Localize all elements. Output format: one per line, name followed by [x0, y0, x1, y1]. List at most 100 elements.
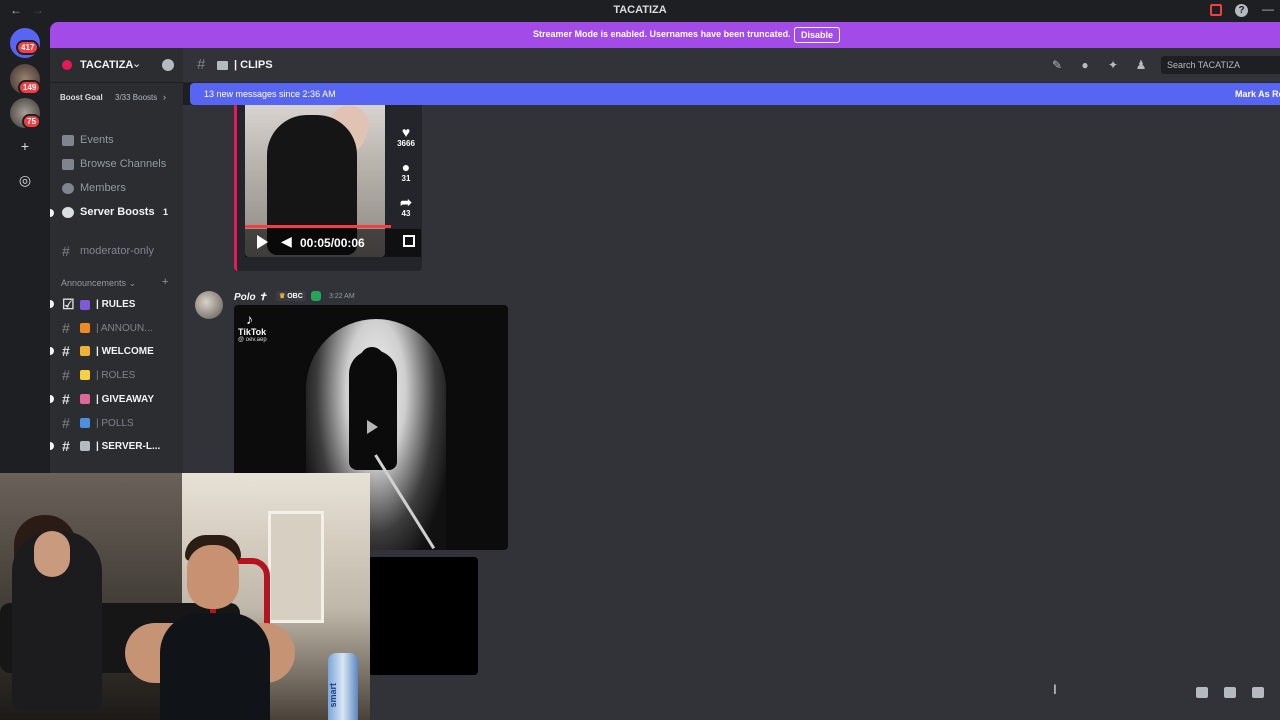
comments-stat: ● 31	[394, 160, 418, 183]
webcam-person-1	[34, 531, 70, 577]
webcam-overlay: smart	[0, 473, 370, 720]
message-author[interactable]: Polo ✝	[234, 292, 267, 303]
guild-tag[interactable]: ♛ OBC	[276, 291, 306, 301]
link-icon	[80, 441, 90, 451]
rules-channel-icon: ☑	[62, 296, 75, 312]
add-member-icon[interactable]	[162, 59, 174, 71]
nav-server-boosts[interactable]: Server Boosts	[62, 206, 155, 218]
window-title: TACATIZA	[613, 4, 667, 16]
video-progress-bar[interactable]	[245, 225, 392, 228]
channel-welcome[interactable]: # | WELCOME	[62, 343, 180, 359]
webcam-person-2	[160, 613, 270, 720]
shares-stat: ➦ 43	[394, 195, 418, 218]
emoji-icon	[80, 394, 90, 404]
category-announcements[interactable]: Announcements ⌄	[61, 278, 136, 289]
nav-members[interactable]: Members	[62, 182, 126, 194]
comment-icon: ●	[401, 159, 411, 175]
video-time: 00:05/00:06	[300, 236, 365, 250]
channel-rules[interactable]: ☑ | RULES	[62, 296, 180, 313]
minimize-button[interactable]: —	[1262, 2, 1274, 16]
channel-announcements[interactable]: # | ANNOUN...	[62, 320, 180, 336]
members-list-icon[interactable]: ♟	[1135, 59, 1147, 71]
guild-icon	[62, 60, 72, 70]
emoji-icon	[80, 346, 90, 356]
guild-header[interactable]: TACATIZA ⌄	[50, 48, 183, 83]
hash-icon: #	[62, 415, 70, 431]
comments-count: 31	[401, 174, 411, 183]
mark-as-read-button[interactable]: Mark As Read	[1235, 89, 1280, 99]
pin-icon[interactable]: ✦	[1107, 59, 1119, 71]
channel-roles[interactable]: # | ROLES	[62, 367, 180, 383]
dm-unread-badge: 417	[16, 40, 40, 55]
hash-icon: #	[62, 367, 70, 383]
message-timestamp: 3:22 AM	[329, 293, 355, 300]
channel-label: | GIVEAWAY	[96, 393, 155, 405]
channel-server-links[interactable]: # | SERVER-L...	[62, 438, 180, 454]
channel-polls[interactable]: # | POLLS	[62, 415, 180, 431]
hash-icon: #	[62, 343, 70, 359]
add-server-icon[interactable]: +	[17, 138, 33, 154]
channel-label: | POLLS	[96, 417, 134, 429]
guild-name: TACATIZA	[80, 59, 134, 71]
boost-progress: 3/33 Boosts	[115, 93, 158, 102]
webcam-person-2	[187, 545, 239, 609]
emoji-icon	[80, 370, 90, 380]
nav-label: Server Boosts	[80, 206, 155, 218]
calendar-icon	[62, 134, 74, 146]
volume-icon[interactable]: ◀	[281, 233, 292, 250]
category-label: Announcements	[61, 278, 127, 288]
video-embed[interactable]	[368, 557, 478, 675]
hash-icon: #	[62, 320, 70, 336]
nav-label: Events	[80, 134, 114, 146]
video-embed[interactable]: ♥ 3666 ● 31 ➦ 43 ◀ 00:05/00:06	[234, 105, 422, 271]
nav-events[interactable]: Events	[62, 134, 114, 146]
channel-title: | CLIPS	[234, 59, 273, 71]
play-icon[interactable]	[257, 235, 268, 249]
new-messages-label: 13 new messages since 2:36 AM	[204, 89, 336, 99]
play-icon[interactable]	[367, 420, 378, 434]
threads-icon[interactable]: ✎	[1051, 59, 1063, 71]
fullscreen-icon[interactable]	[403, 235, 415, 247]
help-icon[interactable]: ?	[1235, 4, 1248, 17]
gift-icon[interactable]	[1196, 687, 1208, 698]
channel-giveaway[interactable]: # | GIVEAWAY	[62, 391, 180, 407]
boost-goal-label[interactable]: Boost Goal	[60, 93, 103, 102]
chevron-right-icon: ›	[163, 92, 166, 102]
channel-moderator-only[interactable]: # moderator-only	[62, 243, 180, 259]
channel-label: | WELCOME	[96, 345, 154, 357]
avatar[interactable]	[195, 291, 223, 319]
nav-browse-channels[interactable]: Browse Channels	[62, 158, 166, 170]
channel-label: | SERVER-L...	[96, 440, 161, 452]
emoji-icon	[80, 323, 90, 333]
chevron-down-icon: ⌄	[128, 278, 137, 288]
hash-icon: #	[62, 438, 70, 454]
tiktok-logo-icon: ♪	[246, 311, 253, 327]
bottle-label: smart	[328, 683, 338, 708]
hash-icon: #	[62, 391, 70, 407]
bell-icon[interactable]: ●	[1079, 59, 1091, 71]
boost-icon	[62, 206, 74, 218]
streamer-mode-banner: Streamer Mode is enabled. Usernames have…	[50, 22, 1280, 48]
search-input[interactable]: Search TACATIZA	[1161, 56, 1280, 74]
emoji-icon	[80, 299, 90, 310]
title-bar: ← → TACATIZA ? —	[0, 0, 1280, 22]
new-messages-bar[interactable]: 13 new messages since 2:36 AM Mark As Re…	[190, 83, 1280, 105]
add-channel-icon[interactable]: +	[162, 276, 168, 288]
likes-count: 3666	[397, 139, 415, 148]
folder-icon	[217, 61, 228, 70]
crown-icon: ♛	[279, 293, 286, 300]
video-frame-detail	[360, 347, 384, 371]
gif-icon[interactable]	[1224, 687, 1236, 698]
channel-label: | ROLES	[96, 369, 136, 381]
browse-icon	[62, 158, 74, 170]
shares-count: 43	[401, 209, 411, 218]
sticker-icon[interactable]	[1252, 687, 1264, 698]
unread-indicator	[50, 347, 54, 355]
explore-icon[interactable]: ◎	[17, 172, 33, 188]
emoji-icon	[80, 418, 90, 428]
disable-streamer-button[interactable]: Disable	[794, 27, 841, 43]
unread-indicator	[50, 300, 54, 308]
inbox-icon[interactable]	[1210, 4, 1222, 16]
heart-icon: ♥	[401, 124, 411, 140]
unread-indicator	[50, 209, 54, 217]
